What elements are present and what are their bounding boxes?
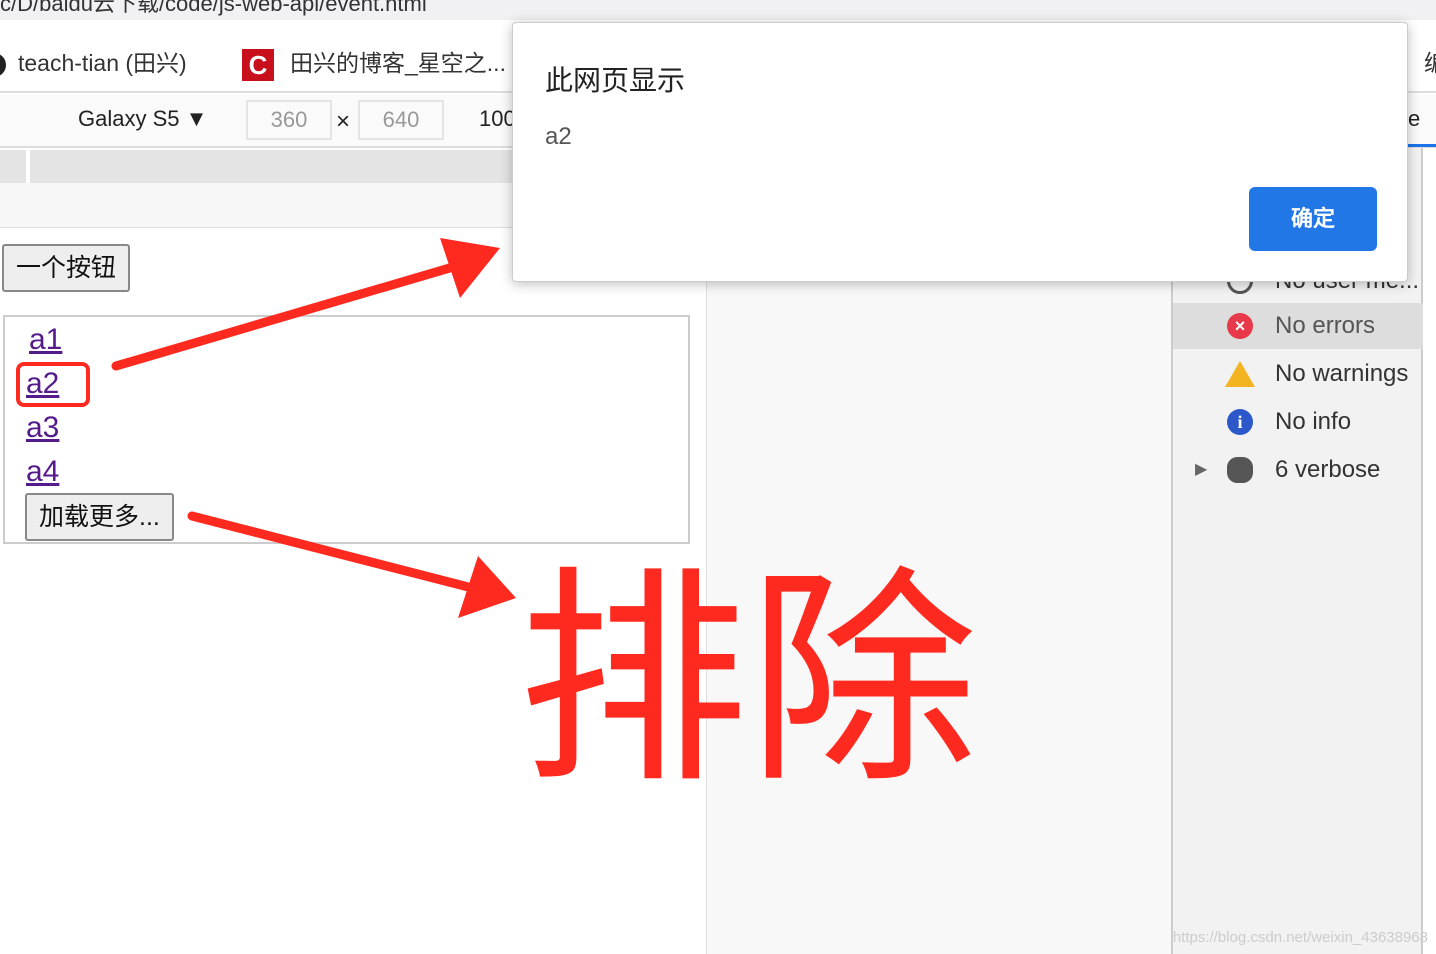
dialog-title: 此网页显示 <box>545 65 686 96</box>
arrow-to-annotation <box>187 511 516 618</box>
watermark: https://blog.csdn.net/weixin_43638968 <box>1172 929 1428 946</box>
dialog-message: a2 <box>545 123 572 150</box>
ok-button[interactable]: 确定 <box>1249 187 1377 251</box>
alert-dialog: 此网页显示 a2 确定 <box>512 22 1408 282</box>
arrow-to-dialog <box>111 238 500 371</box>
highlight-box <box>16 362 90 407</box>
handwritten-annotation: 排除 <box>518 548 978 815</box>
